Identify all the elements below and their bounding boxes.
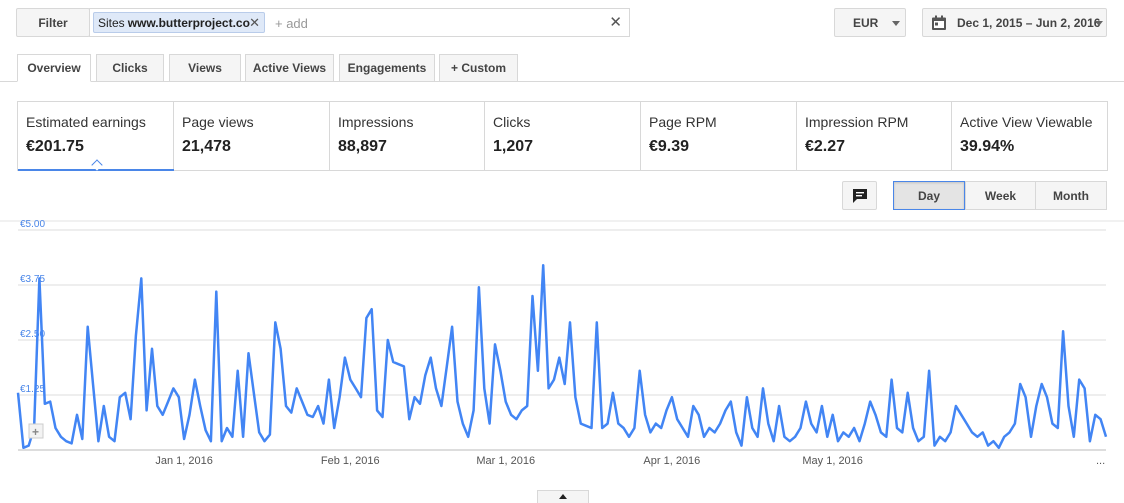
- site-filter-chip[interactable]: Sites www.butterproject.co ✕: [93, 12, 265, 33]
- filter-input[interactable]: Sites www.butterproject.co ✕ + add ✕: [89, 8, 630, 37]
- metric-value: 1,207: [493, 138, 534, 155]
- close-icon[interactable]: ✕: [249, 15, 260, 31]
- x-tick-label: May 1, 2016: [802, 455, 863, 467]
- clear-filter-icon[interactable]: ✕: [609, 13, 622, 31]
- metric-card-page-views[interactable]: Page views 21,478: [174, 102, 330, 170]
- metric-label: Clicks: [493, 114, 531, 130]
- x-axis-overflow-marker: ...: [1096, 455, 1105, 467]
- metric-label: Page views: [182, 114, 254, 130]
- currency-select[interactable]: EUR: [834, 8, 906, 37]
- metric-card-active-view-viewable[interactable]: Active View Viewable 39.94%: [952, 102, 1107, 170]
- add-annotation-plus: +: [32, 425, 39, 439]
- filter-button[interactable]: Filter: [16, 8, 90, 37]
- metric-cards: Estimated earnings €201.75 Page views 21…: [17, 101, 1108, 171]
- metric-label: Page RPM: [649, 114, 717, 130]
- tab-engagements[interactable]: Engagements: [339, 54, 435, 82]
- x-tick-label: Jan 1, 2016: [155, 455, 213, 467]
- metric-card-estimated-earnings[interactable]: Estimated earnings €201.75: [18, 102, 174, 171]
- metric-label: Active View Viewable: [960, 114, 1093, 130]
- series-line: [16, 263, 1108, 450]
- metric-card-impressions[interactable]: Impressions 88,897: [330, 102, 485, 170]
- metric-value: 39.94%: [960, 138, 1015, 155]
- metric-value: 88,897: [338, 138, 387, 155]
- calendar-icon: [932, 15, 946, 30]
- currency-label: EUR: [853, 15, 879, 30]
- tab-custom[interactable]: + Custom: [439, 54, 518, 82]
- x-tick-label: Apr 1, 2016: [643, 455, 700, 467]
- y-tick-label: €3.75: [20, 274, 45, 285]
- x-tick-label: Feb 1, 2016: [321, 455, 380, 467]
- chevron-down-icon: [1095, 21, 1103, 26]
- metric-value: €201.75: [26, 138, 84, 155]
- date-range-picker[interactable]: Dec 1, 2015 – Jun 2, 2016: [922, 8, 1107, 37]
- metric-label: Estimated earnings: [26, 114, 146, 130]
- y-tick-label: €1.25: [20, 384, 45, 395]
- metric-label: Impression RPM: [805, 114, 909, 130]
- metric-value: €9.39: [649, 138, 690, 155]
- granularity-month-button[interactable]: Month: [1035, 181, 1107, 210]
- earnings-line-chart: €1.25€2.50€3.75€5.00Jan 1, 2016 Feb 1, 20…: [0, 219, 1124, 467]
- metric-value: €2.27: [805, 138, 846, 155]
- chevron-down-icon: [892, 21, 900, 26]
- tab-views[interactable]: Views: [169, 54, 241, 82]
- metric-card-clicks[interactable]: Clicks 1,207: [485, 102, 641, 170]
- chip-value: www.butterproject.co: [127, 15, 250, 30]
- y-tick-label: €5.00: [20, 219, 45, 230]
- metric-value: 21,478: [182, 138, 231, 155]
- chevron-up-icon[interactable]: [537, 490, 589, 503]
- annotations-button[interactable]: [842, 181, 877, 210]
- x-tick-label: Mar 1, 2016: [476, 455, 535, 467]
- date-range-label: Dec 1, 2015 – Jun 2, 2016: [957, 15, 1101, 30]
- granularity-week-button[interactable]: Week: [965, 181, 1036, 210]
- tab-clicks[interactable]: Clicks: [96, 54, 164, 82]
- chip-prefix: Sites: [98, 15, 125, 30]
- comment-icon: [852, 188, 867, 203]
- metric-card-impression-rpm[interactable]: Impression RPM €2.27: [797, 102, 952, 170]
- metric-label: Impressions: [338, 114, 414, 130]
- metric-card-page-rpm[interactable]: Page RPM €9.39: [641, 102, 797, 170]
- tab-active-views[interactable]: Active Views: [245, 54, 334, 82]
- tab-overview[interactable]: Overview: [17, 54, 91, 82]
- granularity-day-button[interactable]: Day: [893, 181, 965, 210]
- add-filter-placeholder[interactable]: + add: [275, 16, 308, 31]
